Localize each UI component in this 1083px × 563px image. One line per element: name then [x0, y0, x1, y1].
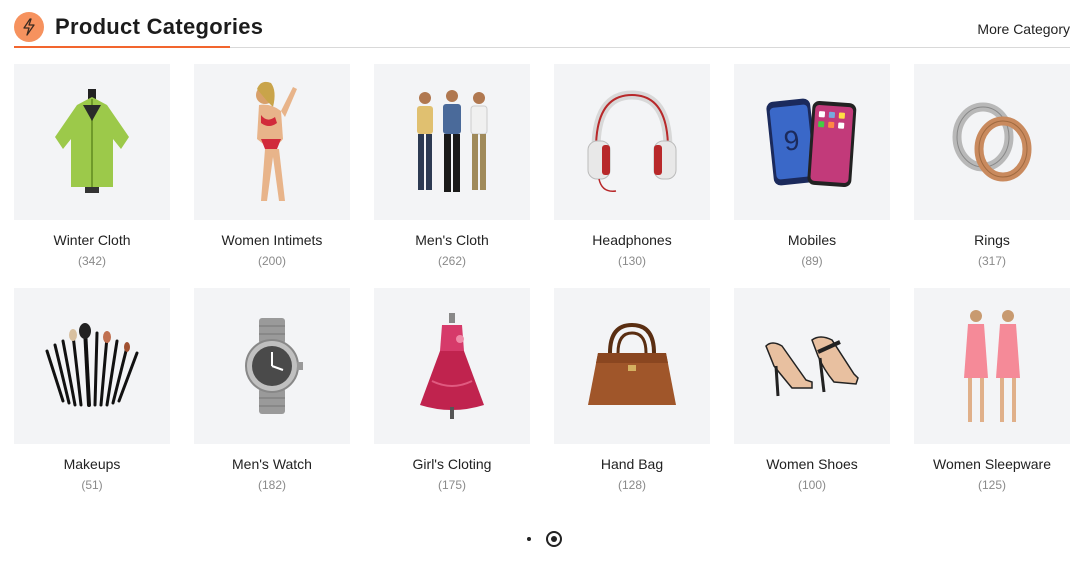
category-count: (100) — [797, 478, 826, 492]
title-underline-accent — [14, 46, 230, 48]
category-count: (125) — [977, 478, 1006, 492]
girls-dress-image[interactable] — [374, 288, 530, 444]
pagination-dot-2-active[interactable] — [546, 531, 562, 547]
category-name[interactable]: Mobiles — [734, 232, 890, 248]
category-name[interactable]: Women Shoes — [734, 456, 890, 472]
category-name[interactable]: Girl's Cloting — [374, 456, 530, 472]
category-name[interactable]: Rings — [914, 232, 1070, 248]
category-card-headphones[interactable]: Headphones (130) — [554, 64, 710, 274]
category-name[interactable]: Headphones — [554, 232, 710, 248]
carousel-pagination — [525, 530, 565, 550]
category-count: (130) — [617, 254, 646, 268]
category-card-women-sleepware[interactable]: Women Sleepware (125) — [914, 288, 1070, 498]
rings-image[interactable] — [914, 64, 1070, 220]
category-card-women-shoes[interactable]: Women Shoes (100) — [734, 288, 890, 498]
handbag-image[interactable] — [554, 288, 710, 444]
category-count: (342) — [77, 254, 106, 268]
category-name[interactable]: Makeups — [14, 456, 170, 472]
category-card-mens-watch[interactable]: Men's Watch (182) — [194, 288, 350, 498]
category-count: (128) — [617, 478, 646, 492]
section-header: Product Categories More Category — [14, 12, 1070, 48]
category-card-makeups[interactable]: Makeups (51) — [14, 288, 170, 498]
category-card-girls-cloting[interactable]: Girl's Cloting (175) — [374, 288, 530, 498]
makeup-brushes-image[interactable] — [14, 288, 170, 444]
category-card-mens-cloth[interactable]: Men's Cloth (262) — [374, 64, 530, 274]
category-count: (262) — [437, 254, 466, 268]
category-name[interactable]: Hand Bag — [554, 456, 710, 472]
category-name[interactable]: Men's Cloth — [374, 232, 530, 248]
lightning-bolt-icon — [14, 12, 44, 42]
category-name[interactable]: Men's Watch — [194, 456, 350, 472]
category-card-rings[interactable]: Rings (317) — [914, 64, 1070, 274]
more-category-link[interactable]: More Category — [977, 21, 1070, 37]
category-card-women-intimets[interactable]: Women Intimets (200) — [194, 64, 350, 274]
category-card-mobiles[interactable]: 9 Mobiles (89) — [734, 64, 890, 274]
category-name[interactable]: Women Sleepware — [914, 456, 1070, 472]
svg-text:9: 9 — [782, 124, 801, 156]
green-coat-image[interactable] — [14, 64, 170, 220]
category-card-hand-bag[interactable]: Hand Bag (128) — [554, 288, 710, 498]
category-count: (317) — [977, 254, 1006, 268]
category-count: (51) — [81, 478, 103, 492]
headphones-image[interactable] — [554, 64, 710, 220]
smartphones-image[interactable]: 9 — [734, 64, 890, 220]
three-men-image[interactable] — [374, 64, 530, 220]
category-count: (200) — [257, 254, 286, 268]
category-count: (89) — [801, 254, 823, 268]
category-card-winter-cloth[interactable]: Winter Cloth (342) — [14, 64, 170, 274]
bikini-model-image[interactable] — [194, 64, 350, 220]
category-name[interactable]: Winter Cloth — [14, 232, 170, 248]
sleepwear-dress-image[interactable] — [914, 288, 1070, 444]
category-count: (175) — [437, 478, 466, 492]
pagination-dot-1[interactable] — [527, 537, 531, 541]
category-name[interactable]: Women Intimets — [194, 232, 350, 248]
wristwatch-image[interactable] — [194, 288, 350, 444]
category-count: (182) — [257, 478, 286, 492]
section-title: Product Categories — [55, 14, 264, 39]
high-heels-image[interactable] — [734, 288, 890, 444]
